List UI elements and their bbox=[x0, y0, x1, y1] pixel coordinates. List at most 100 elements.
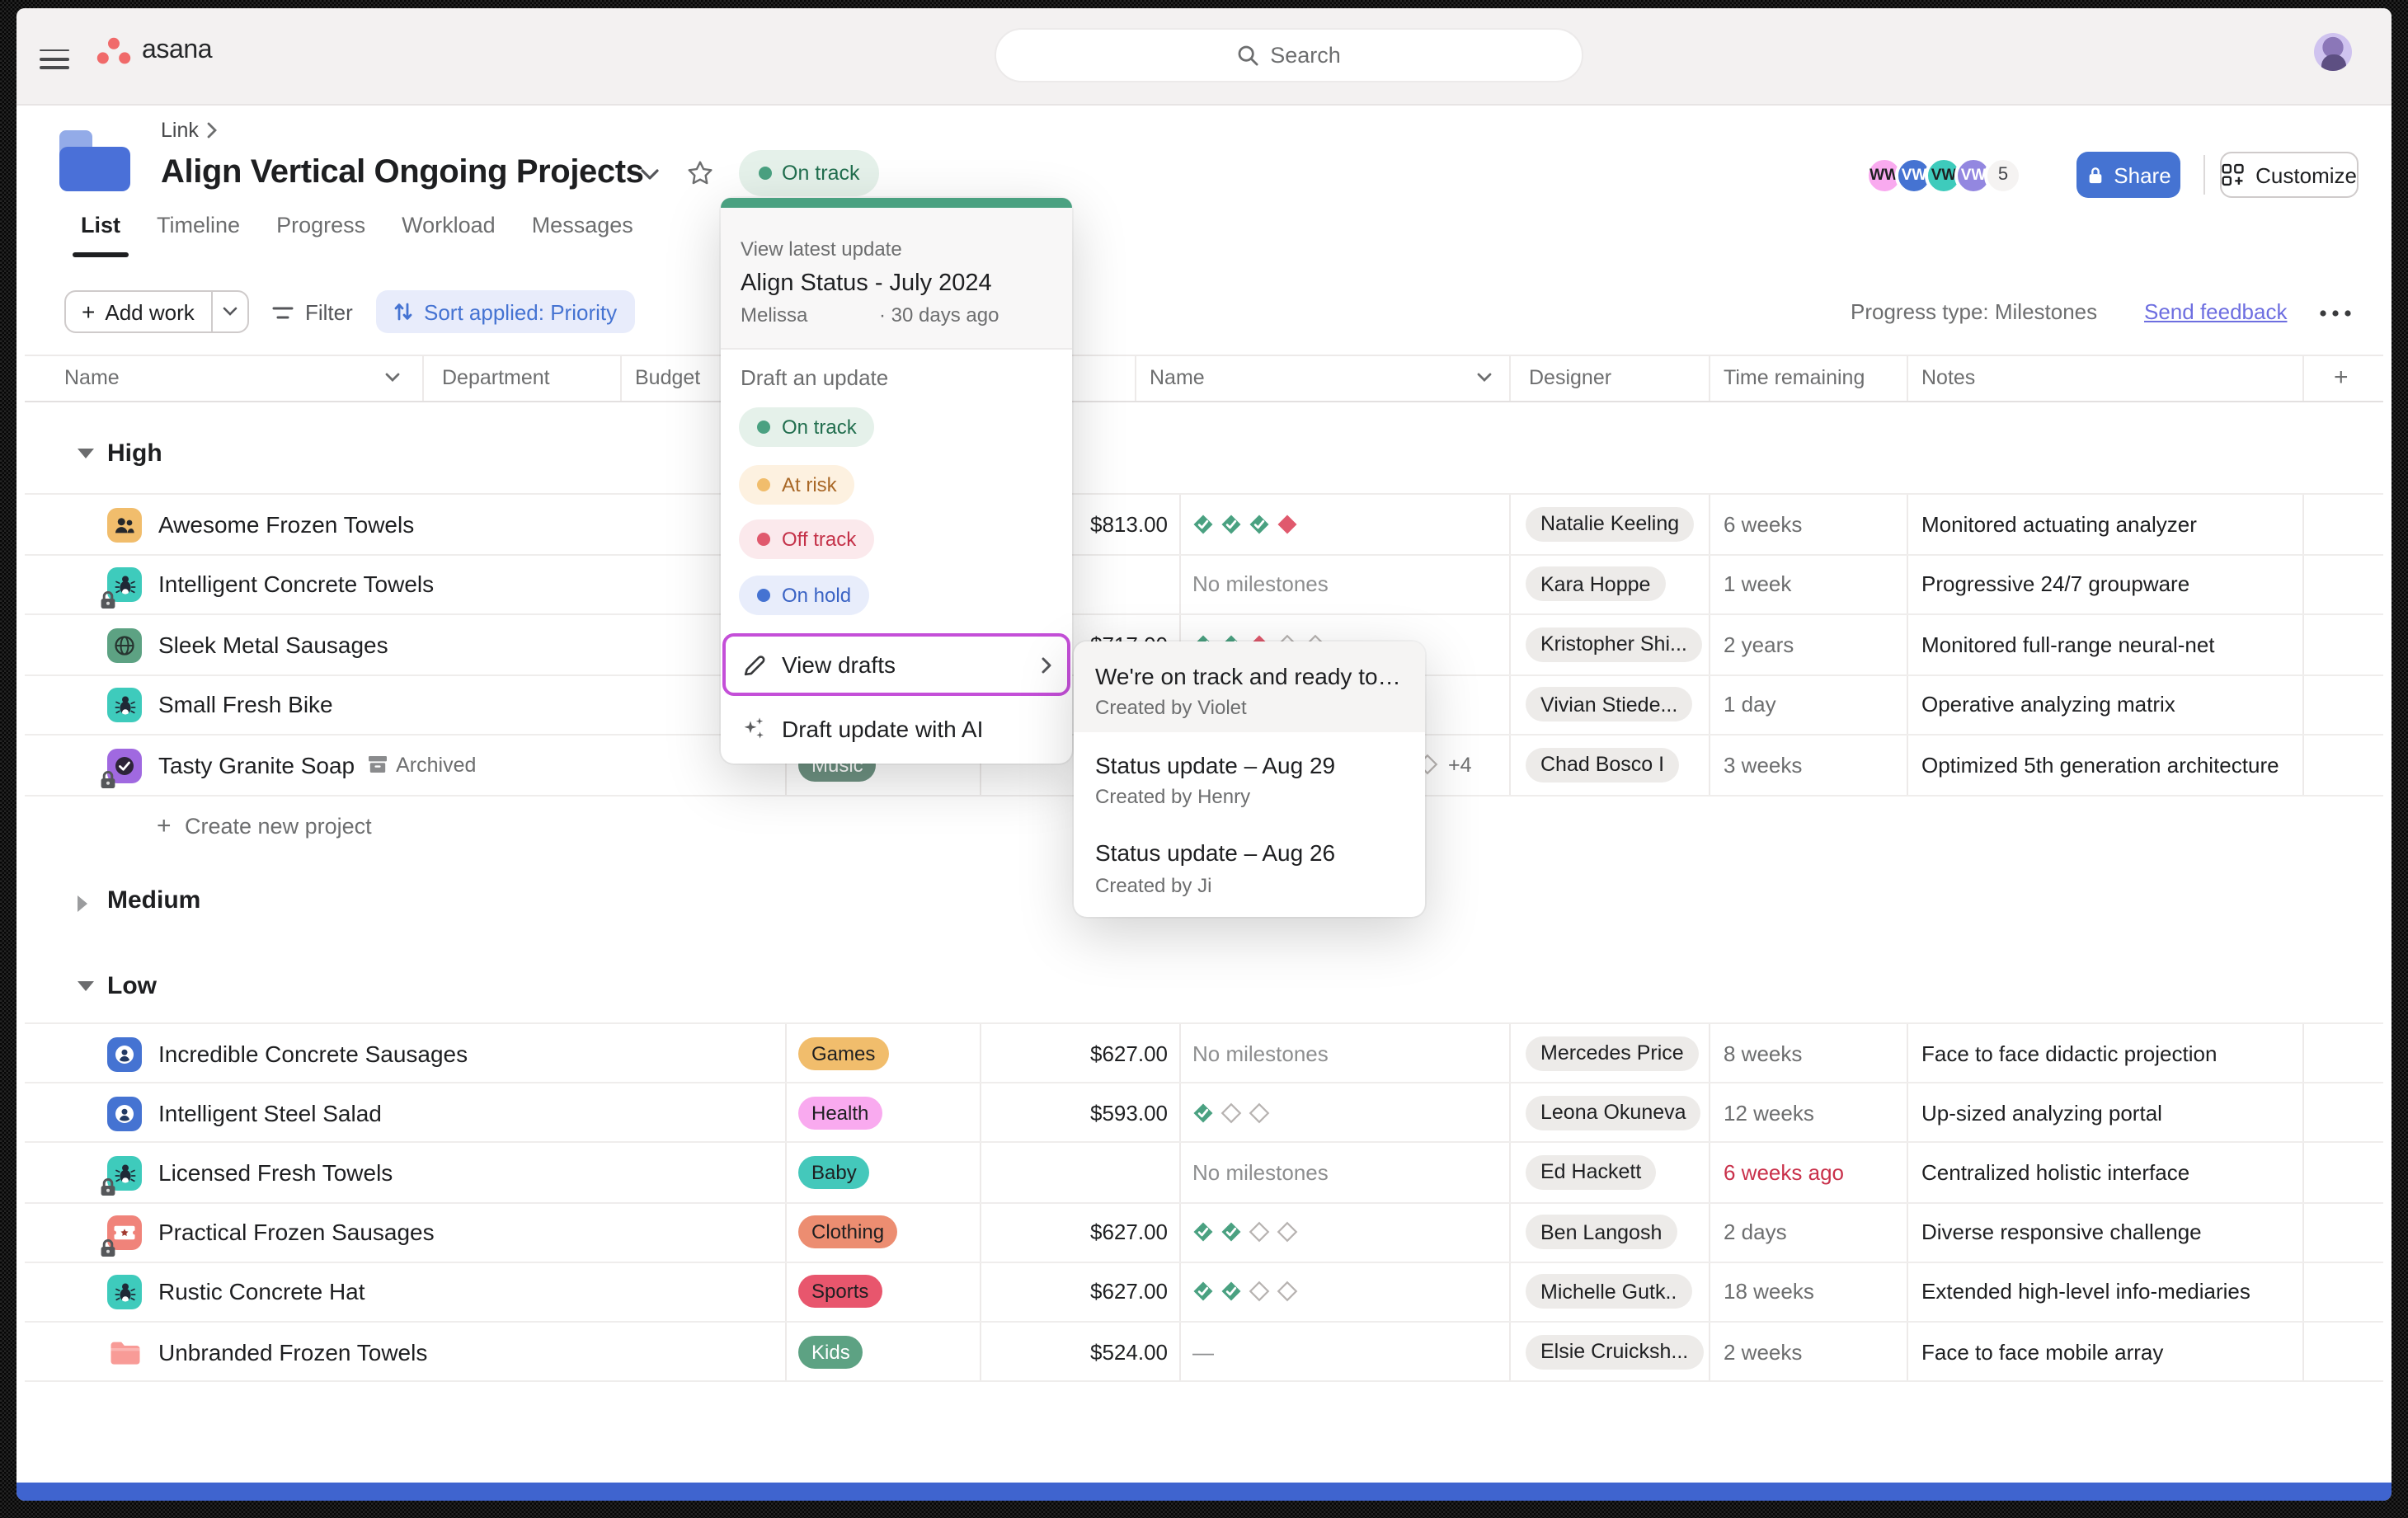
status-option-off-track[interactable]: Off track bbox=[739, 519, 874, 559]
col-header-name2[interactable]: Name bbox=[1150, 367, 1205, 390]
time-remaining-cell[interactable]: 8 weeks bbox=[1724, 1041, 1802, 1065]
project-name-cell[interactable]: Intelligent Steel Salad bbox=[158, 1100, 382, 1126]
milestone-open-icon[interactable] bbox=[1249, 1102, 1270, 1124]
milestones-cell[interactable] bbox=[1192, 1221, 1298, 1243]
designer-pill[interactable]: Elsie Cruicksh... bbox=[1526, 1334, 1703, 1369]
member-avatars[interactable]: WWVWVWVW5 bbox=[1874, 156, 2022, 194]
status-option-at-risk[interactable]: At risk bbox=[739, 464, 855, 504]
project-name[interactable]: Unbranded Frozen Towels bbox=[158, 1338, 427, 1365]
group-label[interactable]: Low bbox=[107, 971, 157, 999]
milestone-done-icon[interactable] bbox=[1220, 514, 1242, 535]
page-title[interactable]: Align Vertical Ongoing Projects bbox=[161, 154, 644, 192]
col-header-notes[interactable]: Notes bbox=[1921, 367, 1975, 390]
time-remaining-cell[interactable]: 12 weeks bbox=[1724, 1101, 1814, 1126]
more-options-icon[interactable] bbox=[2319, 309, 2352, 317]
milestone-done-icon[interactable] bbox=[1220, 1281, 1242, 1303]
col-header-name[interactable]: Name bbox=[64, 367, 120, 390]
add-work-dropdown[interactable] bbox=[211, 292, 247, 331]
col-header-department[interactable]: Department bbox=[442, 367, 550, 390]
time-remaining-cell[interactable]: 3 weeks bbox=[1724, 753, 1802, 778]
tab-progress[interactable]: Progress bbox=[276, 213, 365, 237]
project-name[interactable]: Rustic Concrete Hat bbox=[158, 1279, 365, 1305]
project-name-cell[interactable]: Unbranded Frozen Towels bbox=[158, 1338, 427, 1365]
designer-pill[interactable]: Kristopher Shi... bbox=[1526, 627, 1702, 662]
star-icon[interactable] bbox=[686, 159, 714, 187]
notes-cell[interactable]: Operative analyzing matrix bbox=[1921, 693, 2175, 717]
designer-pill[interactable]: Vivian Stiede... bbox=[1526, 688, 1692, 722]
milestones-cell[interactable]: No milestones bbox=[1192, 1160, 1329, 1185]
budget-cell[interactable]: $524.00 bbox=[980, 1339, 1168, 1364]
caret-down-icon[interactable] bbox=[78, 448, 94, 458]
department-pill[interactable]: Kids bbox=[798, 1335, 863, 1368]
milestone-done-icon[interactable] bbox=[1192, 514, 1214, 535]
milestones-cell[interactable]: No milestones bbox=[1192, 572, 1329, 597]
budget-cell[interactable]: $593.00 bbox=[980, 1101, 1168, 1126]
project-name[interactable]: Small Fresh Bike bbox=[158, 692, 333, 718]
time-remaining-cell[interactable]: 2 weeks bbox=[1724, 1339, 1802, 1364]
notes-cell[interactable]: Up-sized analyzing portal bbox=[1921, 1101, 2162, 1126]
time-remaining-cell[interactable]: 2 years bbox=[1724, 632, 1794, 657]
tab-list[interactable]: List bbox=[81, 213, 120, 237]
draft-menu-item[interactable]: Status update – Aug 29Created by Henry bbox=[1074, 732, 1425, 820]
time-remaining-cell[interactable]: 2 days bbox=[1724, 1220, 1787, 1244]
milestone-open-icon[interactable] bbox=[1249, 1281, 1270, 1303]
notes-cell[interactable]: Progressive 24/7 groupware bbox=[1921, 572, 2189, 597]
sort-applied-chip[interactable]: Sort applied: Priority bbox=[376, 290, 635, 333]
draft-menu-item[interactable]: Status update – Aug 26Created by Ji bbox=[1074, 820, 1425, 917]
project-name[interactable]: Sleek Metal Sausages bbox=[158, 632, 388, 658]
member-count-badge[interactable]: 5 bbox=[1984, 156, 2022, 194]
view-drafts-menu-item[interactable]: View drafts bbox=[721, 634, 1072, 695]
milestone-done-icon[interactable] bbox=[1249, 514, 1270, 535]
tab-messages[interactable]: Messages bbox=[532, 213, 633, 237]
milestone-open-icon[interactable] bbox=[1249, 1221, 1270, 1243]
milestone-missed-icon[interactable] bbox=[1277, 514, 1298, 535]
breadcrumb[interactable]: Link bbox=[161, 119, 219, 142]
notes-cell[interactable]: Face to face didactic projection bbox=[1921, 1041, 2217, 1065]
add-column-button[interactable]: + bbox=[2334, 364, 2349, 392]
project-name[interactable]: Licensed Fresh Towels bbox=[158, 1159, 393, 1186]
project-name[interactable]: Awesome Frozen Towels bbox=[158, 511, 414, 538]
tab-workload[interactable]: Workload bbox=[402, 213, 496, 237]
department-pill[interactable]: Health bbox=[798, 1097, 882, 1130]
milestones-overflow-count[interactable]: +4 bbox=[1448, 754, 1472, 777]
milestones-cell[interactable] bbox=[1192, 1102, 1270, 1124]
notes-cell[interactable]: Monitored actuating analyzer bbox=[1921, 512, 2197, 537]
status-option-on-track[interactable]: On track bbox=[739, 407, 875, 447]
milestones-cell[interactable]: — bbox=[1192, 1339, 1214, 1364]
time-remaining-cell[interactable]: 1 day bbox=[1724, 693, 1776, 717]
add-work-button[interactable]: + Add work bbox=[63, 290, 249, 333]
title-chevron-down-icon[interactable] bbox=[640, 168, 660, 181]
project-name[interactable]: Tasty Granite Soap bbox=[158, 752, 355, 778]
col-header-time-remaining[interactable]: Time remaining bbox=[1724, 367, 1865, 390]
designer-pill[interactable]: Mercedes Price bbox=[1526, 1036, 1699, 1070]
department-pill[interactable]: Sports bbox=[798, 1276, 882, 1309]
col-header-budget[interactable]: Budget bbox=[635, 367, 700, 390]
add-work-main[interactable]: + Add work bbox=[65, 292, 211, 331]
send-feedback-link[interactable]: Send feedback bbox=[2144, 299, 2287, 324]
milestone-done-icon[interactable] bbox=[1220, 1221, 1242, 1243]
budget-cell[interactable]: $627.00 bbox=[980, 1041, 1168, 1065]
project-name-cell[interactable]: Practical Frozen Sausages bbox=[158, 1219, 435, 1245]
share-button[interactable]: Share bbox=[2076, 152, 2180, 198]
name2-sort-chevron-icon[interactable] bbox=[1476, 373, 1493, 384]
create-new-project-label[interactable]: Create new project bbox=[185, 813, 372, 838]
notes-cell[interactable]: Centralized holistic interface bbox=[1921, 1160, 2189, 1185]
milestone-done-icon[interactable] bbox=[1192, 1102, 1214, 1124]
search-input[interactable]: Search bbox=[995, 28, 1583, 82]
project-name-cell[interactable]: Sleek Metal Sausages bbox=[158, 632, 388, 658]
time-remaining-cell[interactable]: 1 week bbox=[1724, 572, 1791, 597]
time-remaining-cell[interactable]: 6 weeks bbox=[1724, 512, 1802, 537]
designer-pill[interactable]: Chad Bosco I bbox=[1526, 748, 1679, 782]
notes-cell[interactable]: Monitored full-range neural-net bbox=[1921, 632, 2215, 657]
milestones-cell[interactable] bbox=[1192, 1281, 1298, 1303]
project-name-cell[interactable]: Intelligent Concrete Towels bbox=[158, 571, 434, 598]
milestone-done-icon[interactable] bbox=[1192, 1221, 1214, 1243]
time-remaining-cell[interactable]: 18 weeks bbox=[1724, 1280, 1814, 1304]
time-remaining-cell[interactable]: 6 weeks ago bbox=[1724, 1160, 1844, 1185]
budget-cell[interactable]: $627.00 bbox=[980, 1280, 1168, 1304]
milestone-open-icon[interactable] bbox=[1277, 1281, 1298, 1303]
notes-cell[interactable]: Optimized 5th generation architecture bbox=[1921, 753, 2279, 778]
project-name-cell[interactable]: Licensed Fresh Towels bbox=[158, 1159, 393, 1186]
budget-cell[interactable]: $627.00 bbox=[980, 1220, 1168, 1244]
project-name[interactable]: Incredible Concrete Sausages bbox=[158, 1040, 468, 1066]
